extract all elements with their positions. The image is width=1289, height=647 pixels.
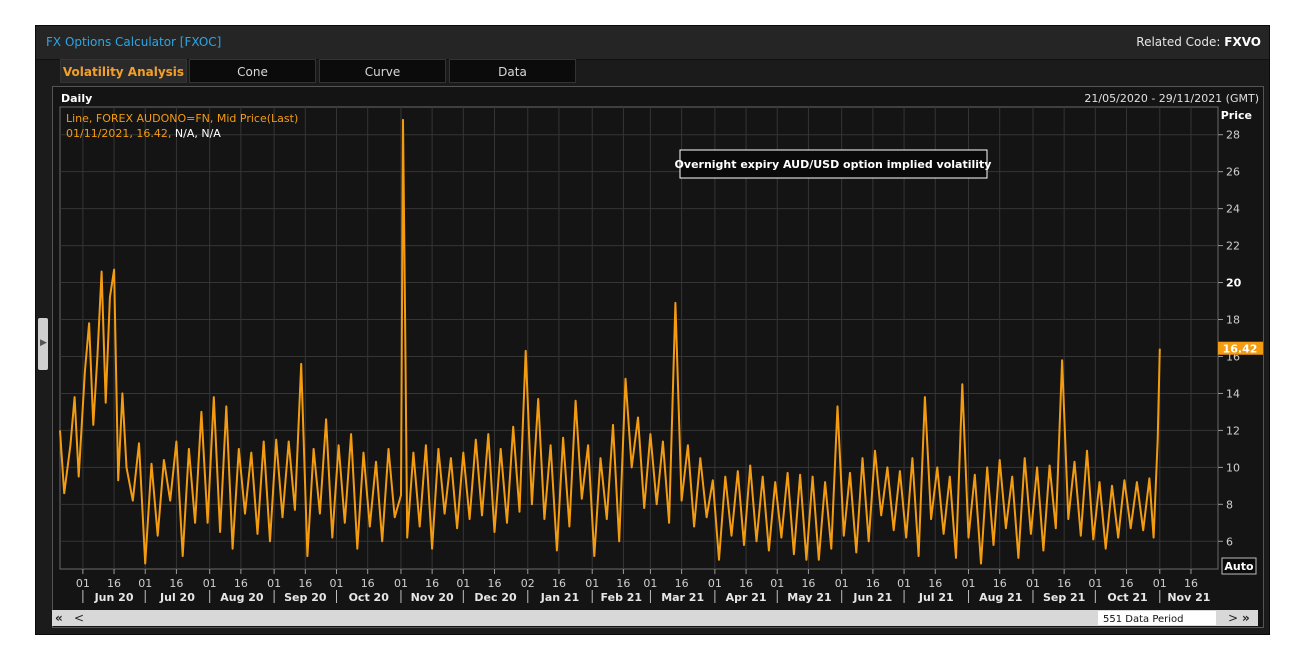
y-tick-label: 18 (1226, 314, 1240, 327)
x-tick-label: 01 (962, 577, 976, 590)
x-tick-label: 01 (267, 577, 281, 590)
x-tick-label: 01 (585, 577, 599, 590)
legend-crosshair-values: 01/11/2021, 16.42, N/A, N/A (66, 127, 221, 140)
x-tick-label: 16 (107, 577, 121, 590)
x-tick-label: 01 (76, 577, 90, 590)
month-label: Sep 21 (1043, 591, 1085, 604)
volatility-chart[interactable]: 6810121416182022242628 01 16 01 16 01 16 01 16 0… (0, 0, 1289, 647)
nav-first-icon[interactable]: « (55, 611, 63, 625)
y-tick-label: 14 (1226, 387, 1240, 400)
x-tick-label: 16 (928, 577, 942, 590)
x-tick-label: 01 (330, 577, 344, 590)
y-axis: 6810121416182022242628 (1218, 129, 1242, 548)
legend-crosshair-na: N/A, N/A (175, 127, 221, 140)
nav-next-icon[interactable]: > (1228, 611, 1238, 625)
legend-crosshair-orange: 01/11/2021, 16.42, (66, 127, 171, 140)
month-label: Oct 21 (1107, 591, 1147, 604)
y-tick-label: 10 (1226, 461, 1240, 474)
month-label: Jul 21 (918, 591, 954, 604)
x-axis: 01 16 01 16 01 16 01 16 01 16 01 16 01 16 02 16 01 16 01 16… (76, 569, 1210, 604)
x-tick-label: 16 (993, 577, 1007, 590)
auto-scale-label: Auto (1224, 560, 1254, 573)
x-tick-label: 16 (739, 577, 753, 590)
last-value-text: 16.42 (1223, 343, 1258, 356)
x-tick-label: 01 (1088, 577, 1102, 590)
x-tick-label: 02 (521, 577, 535, 590)
nav-last-icon[interactable]: » (1242, 611, 1250, 625)
month-label: Jan 21 (540, 591, 579, 604)
scrollbar-track[interactable] (52, 610, 1258, 626)
price-axis-title: Price (1221, 109, 1252, 122)
y-tick-label: 24 (1226, 203, 1240, 216)
legend-series: Line, FOREX AUDONO=FN, Mid Price(Last) (66, 112, 298, 125)
x-tick-label: 16 (169, 577, 183, 590)
x-tick-label: 01 (1153, 577, 1167, 590)
nav-prev-icon[interactable]: < (74, 611, 84, 625)
month-label: Dec 20 (474, 591, 517, 604)
x-tick-label: 01 (835, 577, 849, 590)
month-label: Aug 21 (979, 591, 1022, 604)
x-tick-label: 16 (1120, 577, 1134, 590)
y-tick-label: 26 (1226, 166, 1240, 179)
month-label: Sep 20 (284, 591, 327, 604)
x-tick-label: 01 (643, 577, 657, 590)
x-tick-label: 01 (897, 577, 911, 590)
series-line-audono (59, 118, 1161, 565)
plot-area-border (59, 106, 1219, 570)
month-label: Jun 20 (94, 591, 134, 604)
gridlines (60, 107, 1218, 569)
month-label: Nov 21 (1167, 591, 1210, 604)
x-tick-label: 01 (1026, 577, 1040, 590)
y-tick-label: 12 (1226, 424, 1240, 437)
x-tick-label: 16 (552, 577, 566, 590)
x-tick-label: 16 (616, 577, 630, 590)
x-tick-label: 16 (1057, 577, 1071, 590)
x-tick-label: 16 (1184, 577, 1198, 590)
x-tick-label: 16 (801, 577, 815, 590)
y-tick-label: 28 (1226, 129, 1240, 142)
y-tick-label: 20 (1226, 277, 1242, 290)
x-tick-label: 01 (138, 577, 152, 590)
month-label: Apr 21 (726, 591, 767, 604)
month-label: Jul 20 (159, 591, 195, 604)
x-tick-label: 01 (394, 577, 408, 590)
month-label: Feb 21 (601, 591, 643, 604)
x-tick-label: 16 (488, 577, 502, 590)
x-tick-label: 16 (425, 577, 439, 590)
y-tick-label: 22 (1226, 240, 1240, 253)
x-tick-label: 16 (234, 577, 248, 590)
x-tick-label: 16 (361, 577, 375, 590)
y-tick-label: 6 (1226, 535, 1233, 548)
x-tick-label: 01 (456, 577, 470, 590)
month-label: Mar 21 (661, 591, 704, 604)
month-label: Aug 20 (220, 591, 264, 604)
month-label: May 21 (787, 591, 831, 604)
data-period-text: 551 Data Period (1103, 614, 1184, 625)
month-label: Nov 20 (411, 591, 454, 604)
month-label: Jun 21 (852, 591, 892, 604)
x-tick-label: 16 (675, 577, 689, 590)
x-tick-label: 01 (203, 577, 217, 590)
x-tick-label: 16 (866, 577, 880, 590)
x-tick-label: 01 (708, 577, 722, 590)
x-tick-label: 16 (298, 577, 312, 590)
month-label: Oct 20 (349, 591, 390, 604)
y-tick-label: 8 (1226, 498, 1233, 511)
x-tick-label: 01 (770, 577, 784, 590)
annotation-text: Overnight expiry AUD/USD option implied … (675, 158, 992, 171)
